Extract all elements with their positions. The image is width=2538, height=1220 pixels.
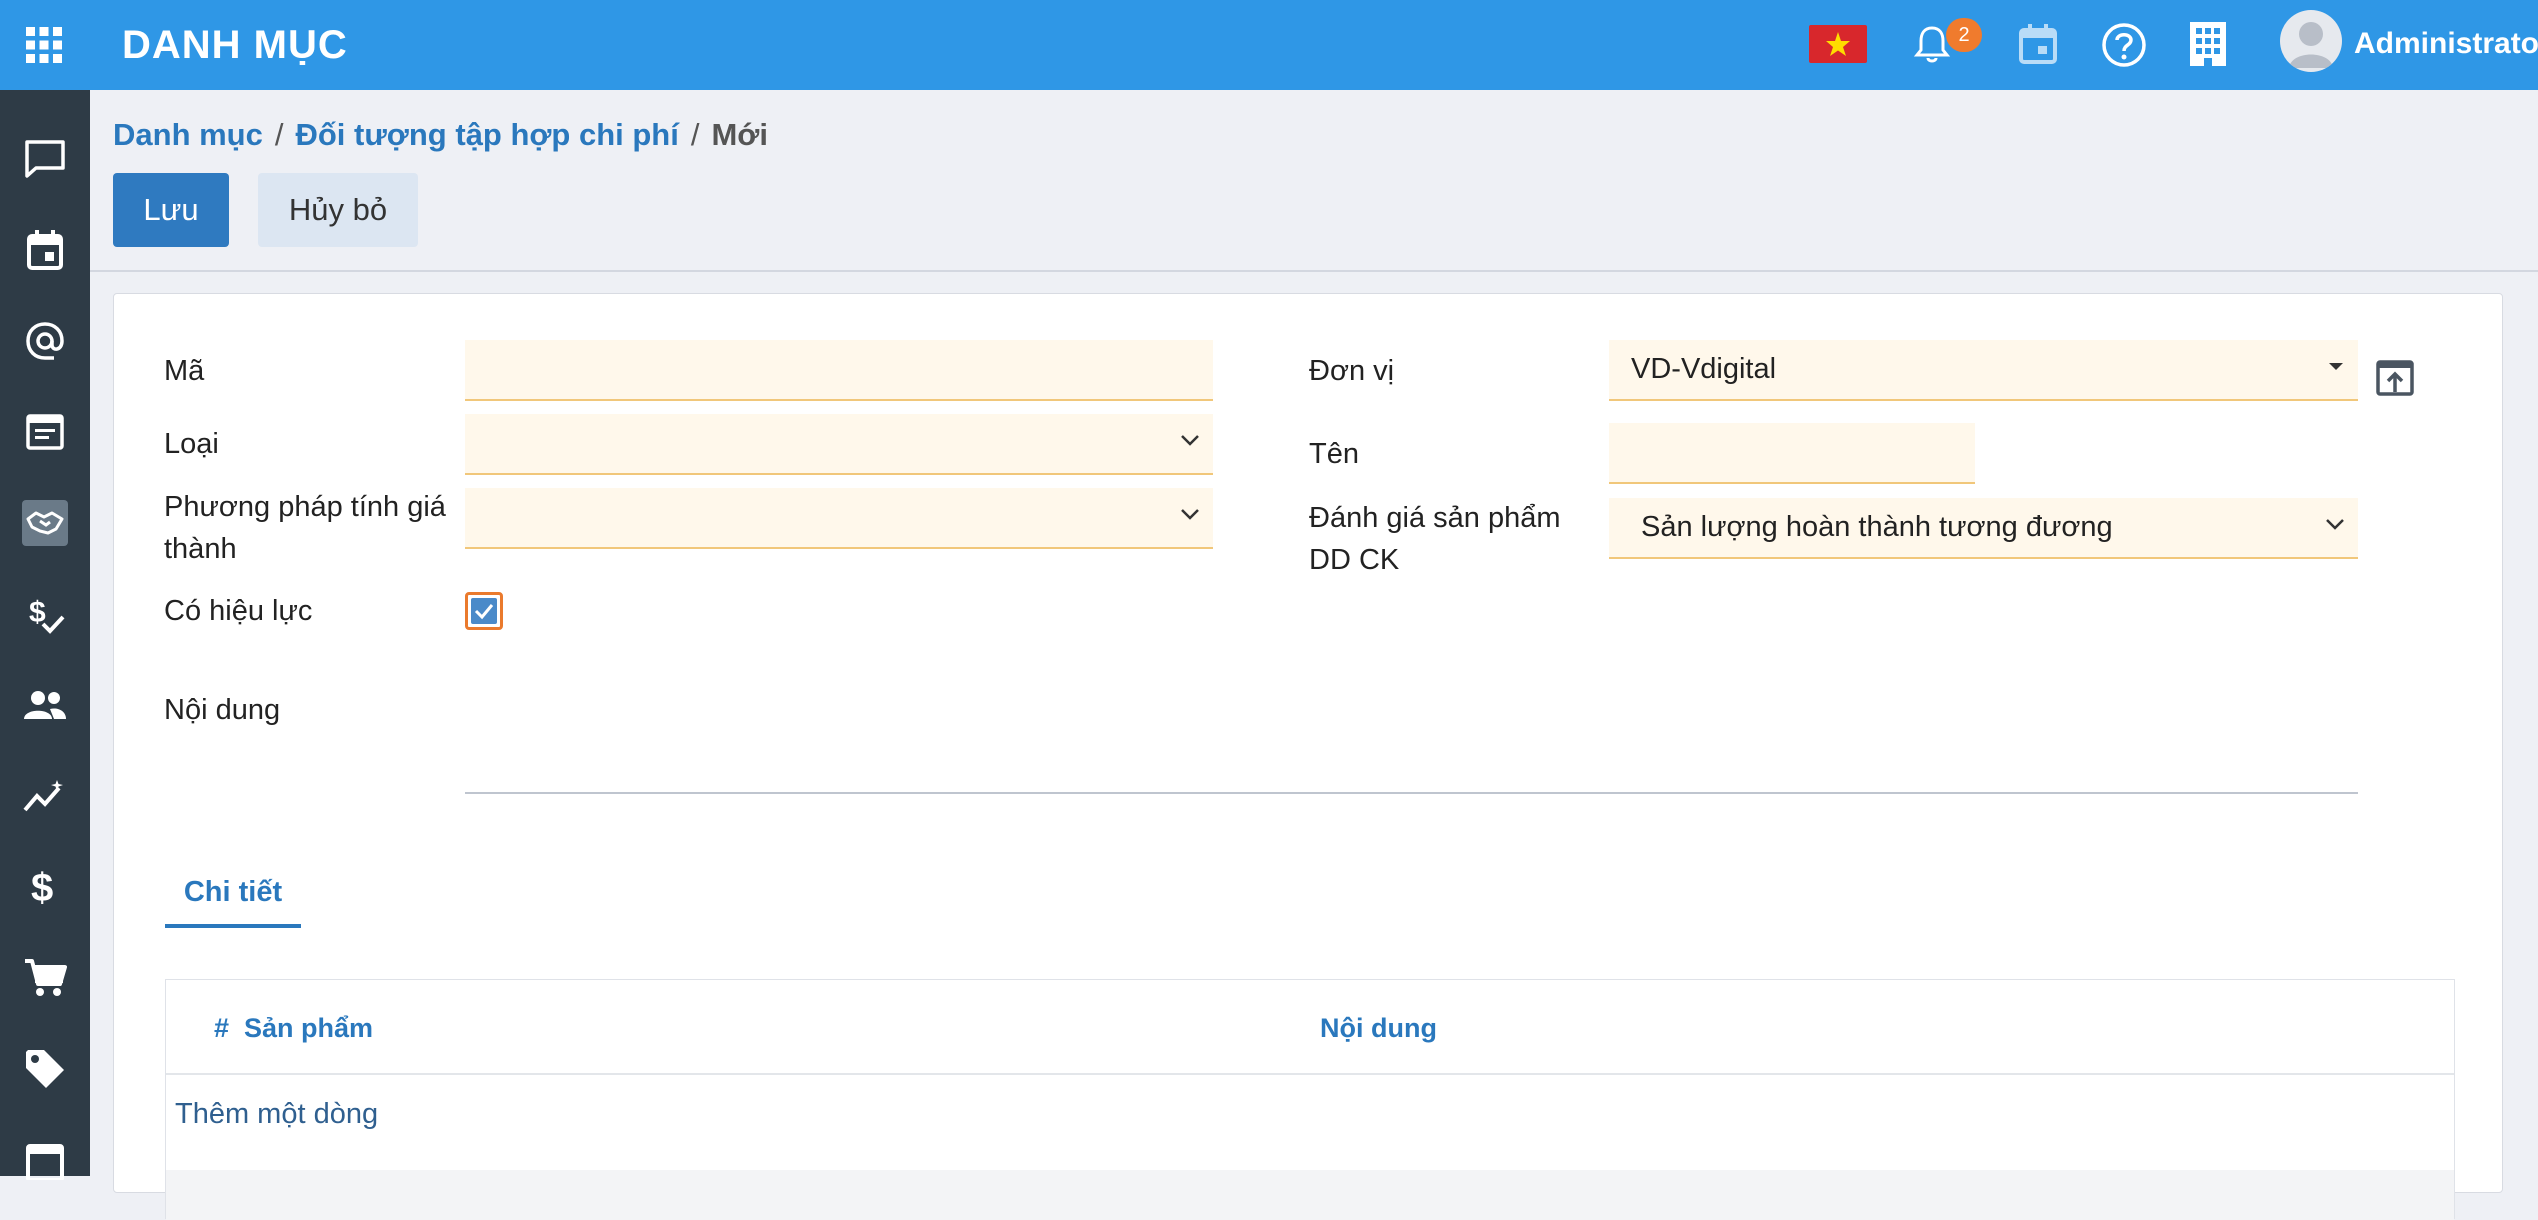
check-icon xyxy=(474,604,494,620)
cancel-button[interactable]: Hủy bỏ xyxy=(258,173,418,247)
help-icon[interactable] xyxy=(2100,21,2148,69)
sidebar-item-purchase[interactable] xyxy=(0,938,90,1018)
caret-down-icon xyxy=(2329,363,2343,370)
sidebar-item-accounting[interactable]: $ xyxy=(0,574,90,654)
sidebar: $ $ xyxy=(0,90,90,1180)
column-header-product[interactable]: Sản phẩm xyxy=(244,1013,373,1044)
article-icon xyxy=(26,414,64,450)
content-textarea[interactable] xyxy=(465,694,2358,794)
active-checkbox[interactable] xyxy=(465,592,503,630)
sidebar-item-discuss[interactable] xyxy=(0,119,90,199)
name-label: Tên xyxy=(1309,438,1359,470)
detail-table: # Sản phẩm Nội dung Thêm một dòng xyxy=(165,979,2455,1220)
breadcrumb-current: Mới xyxy=(711,117,768,152)
calendar-icon[interactable] xyxy=(2018,22,2058,66)
calendar-icon xyxy=(27,230,63,270)
breadcrumb-separator: / xyxy=(690,117,700,152)
sidebar-item-reports[interactable] xyxy=(0,756,90,836)
add-line-link[interactable]: Thêm một dòng xyxy=(175,1098,378,1131)
header-divider xyxy=(90,270,2538,272)
dollar-icon: $ xyxy=(31,866,53,909)
open-external-icon[interactable] xyxy=(2374,356,2416,398)
evaluation-label-line2: DD CK xyxy=(1309,544,1400,576)
type-label: Loại xyxy=(164,428,219,460)
tab-detail[interactable]: Chi tiết xyxy=(165,864,301,928)
active-label: Có hiệu lực xyxy=(164,595,313,627)
name-field[interactable] xyxy=(1609,423,1975,484)
chevron-down-icon xyxy=(1181,435,1199,446)
code-field[interactable] xyxy=(465,340,1213,401)
sidebar-item-articles[interactable] xyxy=(0,392,90,472)
sidebar-item-employees[interactable] xyxy=(0,665,90,745)
form-sheet: Mã Loại Phương pháp tính giá thành Có hi… xyxy=(113,293,2503,1220)
method-label: Phương pháp tính giá thành xyxy=(164,486,446,570)
top-bar: DANH MỤC 2 Administrator xyxy=(0,0,2538,90)
at-icon xyxy=(26,322,64,360)
method-label-line2: thành xyxy=(164,533,237,565)
sidebar-item-mail[interactable] xyxy=(0,301,90,381)
list-icon xyxy=(26,1144,64,1180)
app-title: DANH MỤC xyxy=(122,23,348,67)
save-button[interactable]: Lưu xyxy=(113,173,229,247)
sidebar-item-sales[interactable] xyxy=(0,1029,90,1109)
chat-icon xyxy=(25,140,65,178)
breadcrumb-root[interactable]: Danh mục xyxy=(113,117,263,152)
chevron-down-icon xyxy=(1181,509,1199,520)
type-select[interactable] xyxy=(465,414,1213,475)
tag-icon xyxy=(26,1050,64,1088)
money-check-icon: $ xyxy=(29,596,65,634)
code-label: Mã xyxy=(164,355,205,387)
trending-icon xyxy=(23,780,63,812)
sidebar-item-finance[interactable]: $ xyxy=(0,847,90,927)
costing-method-select[interactable] xyxy=(465,488,1213,549)
svg-text:$: $ xyxy=(31,866,53,909)
breadcrumb: Danh mục / Đối tượng tập hợp chi phí / Mới xyxy=(113,114,768,156)
table-row xyxy=(166,1170,2454,1220)
unit-select[interactable]: VD-Vdigital xyxy=(1609,340,2358,401)
evaluation-value: Sản lượng hoàn thành tương đương xyxy=(1641,511,2113,543)
table-header: # Sản phẩm Nội dung xyxy=(166,980,2454,1075)
chevron-down-icon xyxy=(2326,519,2344,530)
cart-icon xyxy=(25,959,67,996)
breadcrumb-separator: / xyxy=(274,117,284,152)
evaluation-label: Đánh giá sản phẩm DD CK xyxy=(1309,497,1561,581)
people-icon xyxy=(24,691,66,719)
content-label: Nội dung xyxy=(164,694,281,726)
sidebar-item-calendar[interactable] xyxy=(0,210,90,290)
vietnam-flag-icon[interactable] xyxy=(1809,25,1867,63)
notification-badge: 2 xyxy=(1946,18,1982,52)
breadcrumb-parent[interactable]: Đối tượng tập hợp chi phí xyxy=(295,117,678,152)
user-avatar[interactable] xyxy=(2280,10,2342,72)
evaluation-label-line1: Đánh giá sản phẩm xyxy=(1309,502,1561,534)
apps-grid-icon[interactable] xyxy=(26,27,62,63)
column-header-index: # xyxy=(214,1013,230,1043)
column-header-content[interactable]: Nội dung xyxy=(1320,1013,1437,1044)
company-building-icon[interactable] xyxy=(2188,20,2228,68)
user-name[interactable]: Administrator xyxy=(2354,24,2538,64)
sidebar-item-inventory[interactable] xyxy=(0,1120,90,1200)
unit-label: Đơn vị xyxy=(1309,355,1395,387)
wip-evaluation-select[interactable]: Sản lượng hoàn thành tương đương xyxy=(1609,498,2358,559)
sidebar-item-partners[interactable] xyxy=(0,483,90,563)
method-label-line1: Phương pháp tính giá xyxy=(164,491,446,523)
unit-value: VD-Vdigital xyxy=(1631,353,1777,385)
handshake-icon xyxy=(26,511,64,535)
